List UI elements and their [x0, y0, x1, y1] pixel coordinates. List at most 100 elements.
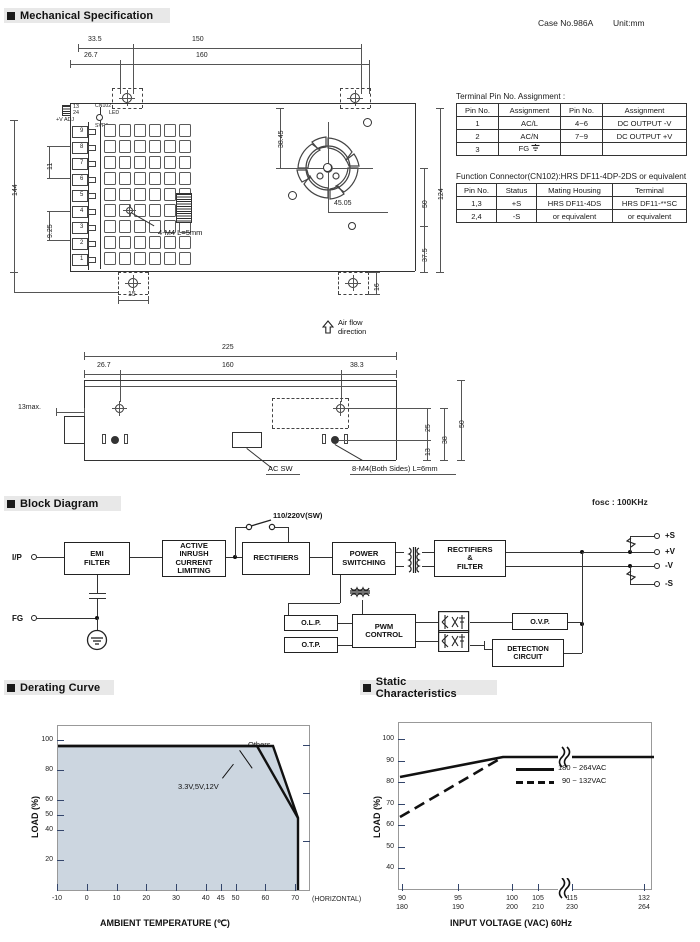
ac-switch — [232, 432, 262, 448]
dim-line-13max — [56, 412, 84, 413]
series-180-264vac — [399, 755, 654, 779]
slot — [124, 434, 128, 444]
vent-hole — [149, 140, 161, 153]
dim-line-upper — [78, 48, 361, 49]
block-pwm-control: PWM CONTROL — [352, 614, 416, 648]
inner-panel-line — [100, 107, 101, 269]
legend-label-180-264: 180 ~ 264VAC — [558, 763, 607, 772]
internal-outline — [348, 398, 349, 428]
column-header: Assignment — [602, 103, 687, 117]
dim-ext-15 — [14, 292, 118, 293]
label-led: LED — [109, 110, 120, 116]
block-label-power-switching: POWER SWITCHING — [342, 549, 386, 567]
vent-hole — [119, 236, 131, 249]
x-tick-label-vac-low: 100 — [506, 895, 518, 902]
dim-ext — [345, 408, 427, 409]
dim-line-15 — [118, 300, 148, 301]
output-label-minus-v: -V — [665, 561, 673, 570]
x-tick — [86, 884, 88, 891]
block-active-inrush: ACTIVE INRUSH CURRENT LIMITING — [162, 540, 226, 577]
side-screw-icon — [331, 436, 339, 444]
terminal-pin-tab — [88, 193, 96, 199]
terminal-pin-number: 5 — [80, 192, 84, 198]
terminal-pin-number: 2 — [80, 240, 84, 246]
x-tick-label-vac-high: 264 — [638, 904, 650, 911]
block-label-rectifiers-input: RECTIFIERS — [253, 553, 299, 563]
x-tick-label: 0 — [84, 895, 89, 902]
chassis-lip — [84, 386, 396, 387]
terminal-pin-table: Pin No. Assignment Pin No. Assignment 1 AC/L 4… — [456, 103, 687, 156]
section-header-block-diagram: Block Diagram — [4, 496, 121, 511]
wire — [470, 645, 484, 646]
terminal-pin-number: 3 — [80, 224, 84, 230]
screw-cross — [340, 401, 341, 416]
table-cell: +S — [496, 196, 537, 210]
dim-line-second — [70, 64, 369, 65]
feedback-bus — [582, 552, 583, 624]
vent-hole — [164, 172, 176, 185]
dim-tick — [436, 272, 444, 273]
dim-tick — [396, 352, 397, 360]
block-ovp: O.V.P. — [512, 613, 568, 630]
vent-hole — [104, 252, 116, 265]
mount-tab-outline — [338, 272, 368, 273]
dim-9-25: 9.25 — [47, 224, 54, 238]
output-label-plus-v: +V — [665, 547, 676, 556]
x-tick — [205, 884, 207, 891]
airflow-line-1: Air flow — [338, 318, 363, 327]
unit-note: Unit:mm — [613, 18, 645, 28]
vent-hole — [134, 156, 146, 169]
dim-25: 25 — [425, 424, 432, 432]
wire — [340, 575, 341, 603]
vent-hole — [149, 252, 161, 265]
block-power-switching: POWER SWITCHING — [332, 542, 396, 575]
slot — [344, 434, 348, 444]
wire — [422, 552, 434, 553]
label-8-m4: 8-M4(Both Sides) L=6mm — [352, 464, 438, 473]
dim-38-3: 38.3 — [350, 362, 364, 369]
dim-tick — [457, 460, 465, 461]
dim-15: 15 — [128, 291, 136, 298]
mount-tab-outline — [338, 272, 339, 294]
x-tick — [572, 884, 573, 891]
side-screw-icon — [111, 436, 119, 444]
dim-26-7-side: 26.7 — [97, 362, 111, 369]
y-tick-label: 90 — [386, 756, 394, 764]
chassis-outline-bottom — [84, 460, 396, 461]
dim-line-inner — [84, 374, 396, 375]
callout-4-m4: 4-M4 L=5mm — [158, 228, 203, 237]
vent-hole — [164, 156, 176, 169]
block-olp: O.L.P. — [284, 615, 338, 631]
wire — [632, 552, 654, 553]
legend-line-solid — [516, 768, 554, 771]
section-header-mechanical: Mechanical Specification — [4, 8, 170, 23]
internal-outline — [272, 398, 273, 428]
wire — [484, 641, 485, 649]
transformer-icon — [407, 547, 421, 573]
switch-label: 110/220V(SW) — [273, 511, 323, 520]
table-cell: or equivalent — [536, 209, 613, 223]
table-header-row: Pin No. Assignment Pin No. Assignment — [456, 103, 687, 117]
vent-hole — [104, 204, 116, 217]
leader-line — [334, 444, 363, 461]
vent-hole — [134, 220, 146, 233]
terminal-pin-tab — [88, 145, 96, 151]
vent-hole — [149, 236, 161, 249]
terminal-pin-tab — [88, 129, 96, 135]
wire — [338, 623, 352, 624]
column-header: Pin No. — [456, 183, 497, 197]
vent-hole — [164, 188, 176, 201]
block-emi-filter: EMI FILTER — [64, 542, 130, 575]
y-tick — [398, 760, 405, 762]
terminal-pin-tab — [88, 209, 96, 215]
slot — [102, 434, 106, 444]
dim-37-5: 37.5 — [422, 248, 429, 262]
dim-26-7: 26.7 — [84, 52, 98, 59]
vent-hole — [104, 188, 116, 201]
dim-tick — [396, 370, 397, 378]
x-tick — [538, 884, 539, 891]
hole-cross — [129, 204, 130, 217]
x-tick-label-vac-low: 95 — [454, 895, 462, 902]
dim-line-45-05 — [328, 212, 388, 213]
dim-150: 150 — [192, 36, 204, 43]
